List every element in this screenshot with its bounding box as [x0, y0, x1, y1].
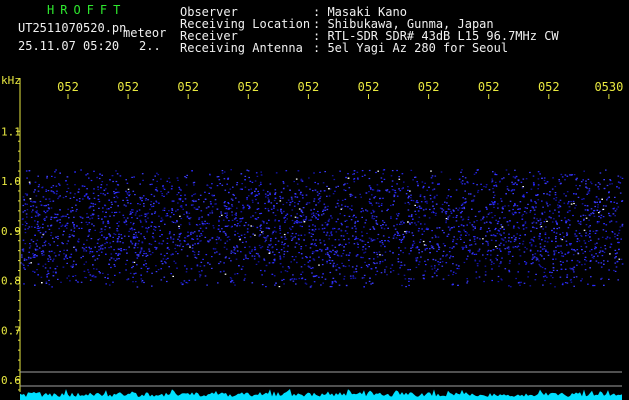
- y-tick-label: 0.8: [1, 275, 21, 288]
- y-axis-label: kHz: [1, 74, 21, 87]
- y-tick-label: 0.6: [1, 374, 21, 387]
- noise-floor-trace: [20, 389, 622, 400]
- spectrogram-plot: kHz 1.1 1.0 0.9 0.8 0.7 0.6 052 052 052 052 052 052 0…: [1, 74, 624, 400]
- x-tick-label: 052: [177, 80, 199, 94]
- x-tick-label: 0530: [594, 80, 623, 94]
- y-tick-label: 1.1: [1, 125, 21, 138]
- x-tick-label: 052: [117, 80, 139, 94]
- y-tick-label: 1.0: [1, 175, 21, 188]
- x-tick-label: 052: [358, 80, 380, 94]
- x-tick-label: 052: [538, 80, 560, 94]
- x-tick-label: 052: [237, 80, 259, 94]
- signal-band: [20, 169, 624, 288]
- x-tick-label: 052: [478, 80, 500, 94]
- x-tick-label: 052: [57, 80, 79, 94]
- x-tick-label: 052: [418, 80, 440, 94]
- y-tick-label: 0.7: [1, 324, 21, 337]
- y-tick-label: 0.9: [1, 225, 21, 238]
- x-tick-label: 052: [298, 80, 320, 94]
